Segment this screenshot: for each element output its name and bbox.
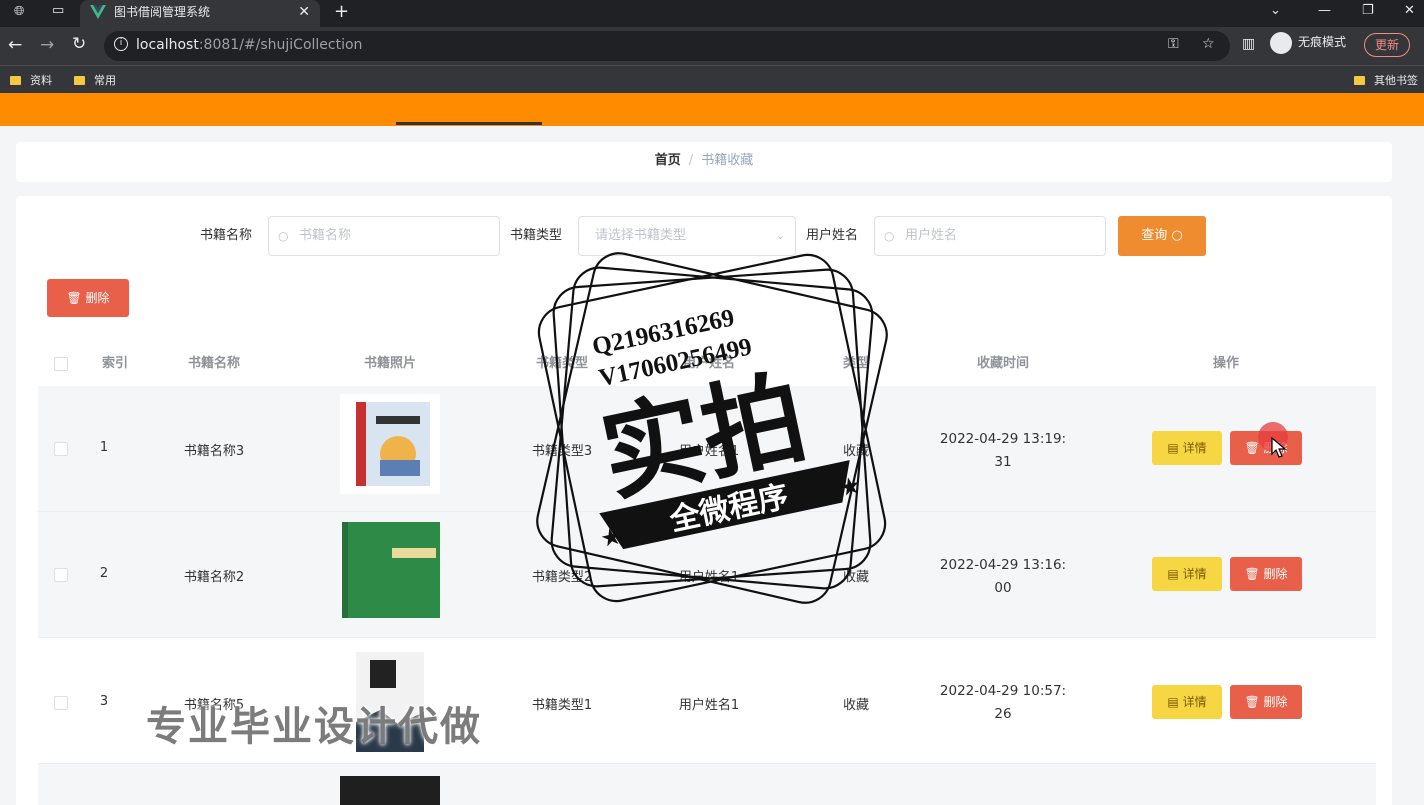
breadcrumb-home[interactable]: 首页 [655,153,681,168]
app-top-nav [0,93,1424,126]
url-text: localhost:8081/#/shujiCollection [136,37,363,53]
cell-index: 2 [99,566,109,581]
bookmark-folder-1[interactable]: 资料 [10,72,52,88]
bookmark-folder-2[interactable]: 常用 [74,72,116,88]
cell-index: 3 [99,694,109,709]
header-name: 书籍名称 [187,356,240,371]
window-icon[interactable]: ▭ [52,3,64,18]
back-icon[interactable]: ← [8,35,22,55]
close-window-icon[interactable]: ✕ [1404,0,1415,22]
update-button[interactable]: 更新 [1364,33,1410,57]
watermark-stamp: Q2196316269 V17060256499 实拍 全微程序 ★ ★ [536,252,888,604]
forward-icon[interactable]: → [40,35,54,55]
mouse-cursor-icon [1271,437,1287,458]
browser-tab[interactable]: 图书借阅管理系统 ✕ [80,0,320,27]
trash-icon: 🗑︎ [1244,695,1260,709]
maximize-icon[interactable]: ❐ [1362,0,1374,22]
document-icon: ▤ [1167,567,1179,581]
search-icon: ○ [1171,228,1183,243]
active-menu-indicator [396,122,542,125]
row-checkbox[interactable] [54,696,68,710]
header-index: 索引 [101,356,128,371]
row-checkbox[interactable] [54,442,68,456]
book-cover-image [340,394,440,494]
book-cover-image [342,522,440,618]
row-checkbox[interactable] [54,568,68,582]
trash-icon: 🗑︎ [1244,441,1260,455]
detail-button[interactable]: ▤ 详情 [1152,431,1222,465]
delete-button[interactable]: 🗑︎ 删除 [1230,685,1302,719]
cell-name: 书籍名称3 [183,444,245,459]
detail-button[interactable]: ▤ 详情 [1152,557,1222,591]
cell-index: 1 [99,440,109,455]
document-icon: ▤ [1167,695,1179,709]
cell-time: 2022-04-29 13:16: 00 [939,557,1067,596]
user-name-input[interactable]: ○ 用户姓名 [874,216,1106,256]
incognito-indicator[interactable]: 无痕模式 [1270,31,1346,54]
cell-user: 用户姓名1 [678,698,740,713]
tab-search-icon[interactable]: ⌄ [1270,0,1281,22]
book-name-input[interactable]: ○ 书籍名称 [268,216,500,256]
cell-time: 2022-04-29 13:19: 31 [939,431,1067,470]
key-icon[interactable]: ⚿ [1168,36,1179,52]
breadcrumb-current: 书籍收藏 [701,153,754,168]
cell-name: 书籍名称2 [183,570,245,585]
close-tab-icon[interactable]: ✕ [298,0,310,24]
header-time: 收藏时间 [976,356,1029,371]
folder-icon [74,76,85,85]
detail-button[interactable]: ▤ 详情 [1152,685,1222,719]
tab-title: 图书借阅管理系统 [114,5,211,19]
watermark-bottom: 专业毕业设计代做 [146,704,482,750]
trash-icon: 🗑︎ [66,291,82,305]
vue-logo-icon [90,5,106,19]
cell-kind: 收藏 [842,698,869,713]
bookmark-star-icon[interactable]: ☆ [1202,36,1215,52]
folder-icon [1354,76,1365,85]
breadcrumb-separator: / [688,153,694,168]
select-all-checkbox[interactable] [54,357,68,371]
bookmarks-bar: 资料 常用 其他书签 [0,65,1424,93]
cell-type: 书籍类型1 [531,698,593,713]
minimize-icon[interactable]: — [1318,0,1331,22]
batch-delete-button[interactable]: 🗑︎ 删除 [47,279,129,317]
header-ops: 操作 [1212,356,1239,371]
query-button[interactable]: 查询 ○ [1118,216,1206,256]
browser-tab-strip: 🌐︎ ▭ 图书借阅管理系统 ✕ + ⌄ — ❐ ✕ [0,0,1424,27]
document-icon: ▤ [1167,441,1179,455]
other-bookmarks[interactable]: 其他书签 [1354,72,1418,88]
address-bar[interactable]: i localhost:8081/#/shujiCollection ⚿ ☆ [104,31,1230,61]
table-row [38,764,1376,805]
trash-icon: 🗑︎ [1244,567,1260,581]
folder-icon [10,76,21,85]
site-info-icon[interactable]: i [114,37,128,51]
new-tab-button[interactable]: + [334,0,349,24]
reload-icon[interactable]: ↻ [72,34,86,54]
search-icon: ○ [278,229,289,243]
book-name-label: 书籍名称 [200,228,253,243]
book-cover-image [340,776,440,805]
globe-icon[interactable]: 🌐︎ [14,4,24,19]
incognito-icon [1270,31,1292,54]
browser-toolbar: ← → ↻ i localhost:8081/#/shujiCollection… [0,27,1424,65]
sidebar-icon[interactable]: ▥ [1242,36,1255,52]
breadcrumb: 首页 / 书籍收藏 [16,142,1392,182]
delete-button[interactable]: 🗑︎ 删除 [1230,557,1302,591]
header-photo: 书籍照片 [363,356,416,371]
cell-time: 2022-04-29 10:57: 26 [939,683,1067,722]
